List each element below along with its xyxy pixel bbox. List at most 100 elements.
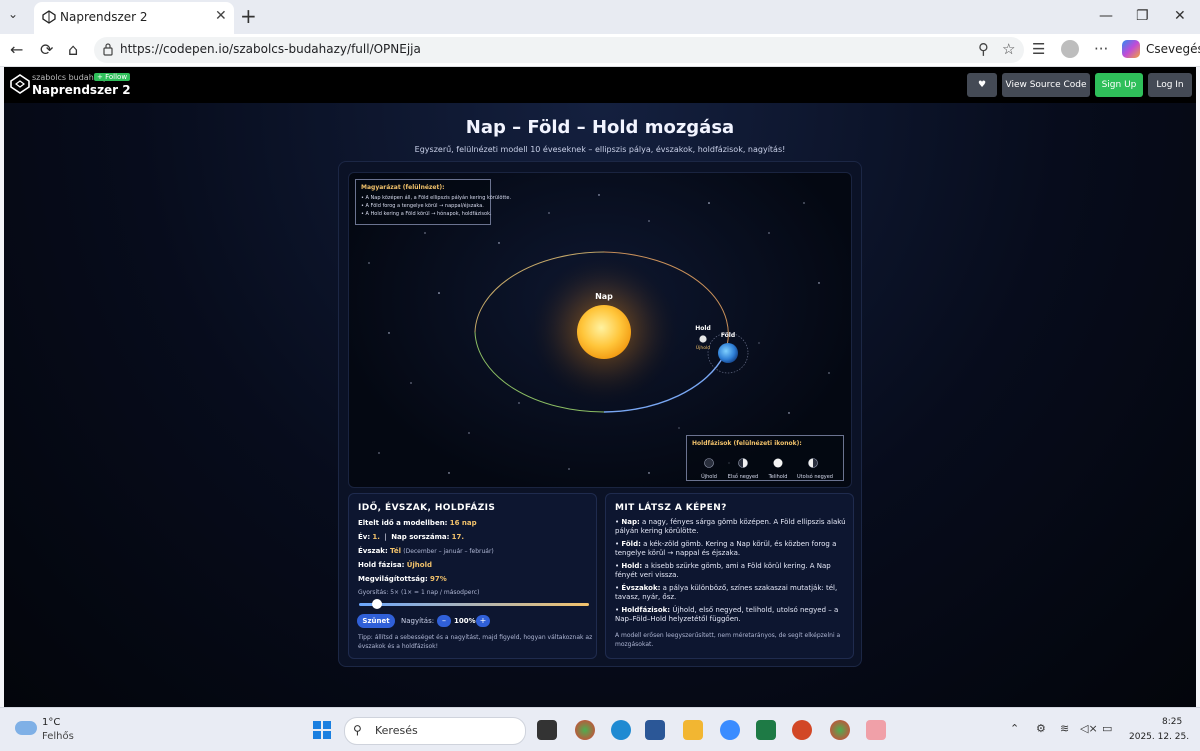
clock-date[interactable]: 2025. 12. 25.	[1129, 732, 1189, 742]
illumination-row: Megvilágítottság: 97%	[358, 575, 447, 583]
full-moon-icon	[773, 458, 783, 468]
sun-label: Nap	[595, 292, 613, 301]
legend-title: Magyarázat (felülnézet):	[361, 184, 445, 191]
heart-button[interactable]: ♥	[967, 73, 997, 97]
phase-full-moon: Telihold	[762, 453, 794, 480]
codepen-logo-icon[interactable]	[10, 74, 30, 94]
tray-app-icon[interactable]: ⚙	[1036, 722, 1046, 735]
info-item: • Föld: a kék-zöld gömb. Kering a Nap kö…	[615, 540, 837, 557]
codepen-header: szabolcs budahazy + Follow Naprendszer 2…	[4, 67, 1196, 103]
windows-start-icon[interactable]	[313, 721, 331, 739]
tray-chevron-icon[interactable]: ⌃	[1010, 722, 1019, 735]
chrome-icon[interactable]	[575, 720, 595, 740]
phase-last-quarter: Utolsó negyed	[797, 453, 833, 480]
moon-label: Hold	[695, 325, 711, 332]
profile-avatar[interactable]	[1061, 40, 1079, 58]
moon-phase-row: Hold fázisa: Újhold	[358, 561, 432, 569]
year-row: Év: 1. | Nap sorszáma: 17.	[358, 533, 465, 541]
first-quarter-icon	[738, 458, 748, 468]
more-icon[interactable]: ···	[1094, 40, 1108, 58]
new-moon-icon	[704, 458, 714, 468]
info-item: • Hold: a kisebb szürke gömb, ami a Föld…	[615, 562, 831, 579]
page-viewport: szabolcs budahazy + Follow Naprendszer 2…	[4, 67, 1196, 707]
speed-slider-thumb[interactable]	[372, 599, 383, 609]
log-in-button[interactable]: Log In	[1148, 73, 1192, 97]
refresh-icon[interactable]: ⟳	[40, 40, 53, 59]
info-card: MIT LÁTSZ A KÉPEN? • Nap: a nagy, fényes…	[605, 493, 854, 659]
copilot-icon[interactable]	[1122, 40, 1140, 58]
sun[interactable]	[577, 305, 631, 359]
favorites-list-icon[interactable]: ☰	[1032, 40, 1045, 58]
moon-phase-label: Újhold	[696, 344, 710, 351]
app-stage: Nap – Föld – Hold mozgása Egyszerű, felü…	[4, 103, 1196, 707]
speed-slider[interactable]	[359, 603, 589, 606]
powerpoint-icon[interactable]	[792, 720, 812, 740]
last-quarter-icon	[808, 458, 818, 468]
url-text: https://codepen.io/szabolcs-budahazy/ful…	[120, 42, 421, 56]
sign-up-button[interactable]: Sign Up	[1095, 73, 1143, 97]
volume-muted-icon[interactable]: ◁×	[1080, 722, 1098, 735]
address-bar: ← ⟳ ⌂ https://codepen.io/szabolcs-budaha…	[0, 34, 1200, 67]
battery-icon[interactable]: ▭	[1102, 722, 1112, 735]
taskbar-search[interactable]: ⚲ Keresés	[344, 717, 526, 745]
zoom-out-button[interactable]: –	[437, 615, 451, 627]
favorite-star-icon[interactable]: ☆	[1002, 40, 1015, 58]
edge-icon[interactable]	[611, 720, 631, 740]
elapsed-value: 16 nap	[449, 519, 477, 527]
legend-line: • A Nap középen áll, a Föld ellipszis pá…	[361, 195, 512, 201]
model-note: A modell erősen leegyszerűsített, nem mé…	[615, 632, 841, 648]
tab-list-chevron-icon[interactable]: ⌄	[8, 7, 18, 21]
task-view-icon[interactable]	[537, 720, 557, 740]
copilot-label[interactable]: Csevegés	[1146, 42, 1200, 56]
legend-line: • A Hold kering a Föld körül → hónapok, …	[361, 211, 492, 217]
legend-box: Magyarázat (felülnézet): • A Nap középen…	[355, 179, 511, 225]
zoom-value: 100%	[454, 617, 476, 625]
info-item: • Nap: a nagy, fényes sárga gömb középen…	[615, 518, 846, 535]
home-icon[interactable]: ⌂	[68, 40, 78, 59]
weather-desc[interactable]: Felhős	[42, 731, 74, 742]
word-icon[interactable]	[645, 720, 665, 740]
weather-temp[interactable]: 1°C	[42, 717, 60, 728]
messenger-icon[interactable]	[720, 720, 740, 740]
zoom-in-button[interactable]: +	[476, 615, 490, 627]
cloud-icon[interactable]	[15, 721, 37, 735]
chrome-profile-icon[interactable]	[830, 720, 850, 740]
lock-icon	[103, 43, 113, 56]
restore-icon[interactable]: ❐	[1136, 8, 1149, 24]
moon[interactable]	[699, 335, 707, 343]
page-title: Nap – Föld – Hold mozgása	[465, 117, 735, 138]
excel-icon[interactable]	[756, 720, 776, 740]
wifi-icon[interactable]: ≋	[1060, 722, 1069, 735]
earth[interactable]	[718, 343, 738, 363]
back-arrow-icon[interactable]: ←	[10, 40, 23, 59]
codepen-tab-icon	[42, 10, 56, 24]
window-close-icon[interactable]: ✕	[1174, 8, 1186, 24]
legend-line: • A Föld forog a tengelye körül → nappal…	[361, 203, 484, 209]
new-tab-icon[interactable]: +	[240, 4, 257, 28]
view-source-button[interactable]: View Source Code	[1002, 73, 1090, 97]
elapsed-row: Eltelt idő a modellben: 16 nap	[358, 519, 477, 527]
pause-button[interactable]: Szünet	[357, 614, 395, 628]
browser-tab[interactable]: Naprendszer 2 ✕	[34, 2, 234, 34]
phase-new-moon: Újhold	[693, 453, 725, 480]
phase-first-quarter: Első negyed	[727, 453, 759, 480]
heart-icon: ♥	[977, 80, 987, 90]
url-field[interactable]: https://codepen.io/szabolcs-budahazy/ful…	[94, 37, 1024, 63]
season-row: Évszak: Tél (December – január – február…	[358, 547, 494, 555]
tab-close-icon[interactable]: ✕	[215, 8, 227, 24]
taskbar: 1°C Felhős ⚲ Keresés ⌃ ⚙ ≋ ◁× ▭ 8:25 202…	[0, 707, 1200, 751]
moon-phases-title: Holdfázisok (felülnézeti ikonok):	[692, 440, 802, 447]
page-subtitle: Egyszerű, felülnézeti modell 10 évesekne…	[414, 145, 786, 154]
file-explorer-icon[interactable]	[683, 720, 703, 740]
zoom-icon[interactable]: ⚲	[978, 40, 989, 58]
info-item: • Holdfázisok: Újhold, első negyed, teli…	[615, 606, 839, 623]
calculator-icon[interactable]	[866, 720, 886, 740]
follow-button[interactable]: + Follow	[94, 73, 131, 81]
tip-text: Tipp: állítsd a sebességet és a nagyítás…	[358, 634, 593, 650]
pen-title: Naprendszer 2	[32, 83, 131, 97]
status-card: IDŐ, ÉVSZAK, HOLDFÁZIS Eltelt idő a mode…	[348, 493, 597, 659]
tab-title: Naprendszer 2	[60, 10, 148, 24]
minimize-icon[interactable]: —	[1099, 8, 1113, 24]
clock-time[interactable]: 8:25	[1162, 717, 1182, 727]
info-item: • Évszakok: a pálya különböző, színes sz…	[615, 584, 838, 601]
